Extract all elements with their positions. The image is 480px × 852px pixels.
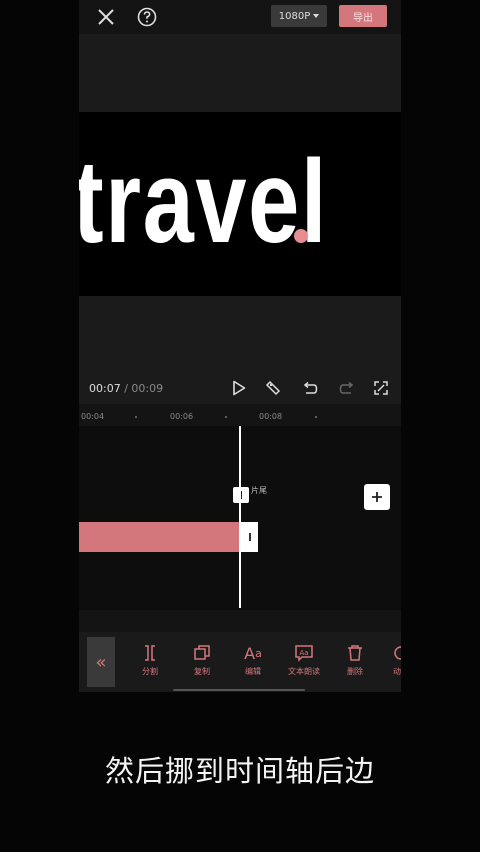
keyframe-button[interactable] [263,378,283,398]
clip-trim-handle[interactable] [241,522,258,552]
video-editor-app: 1080P 导出 travel 00:07 / 00:09 00:04 00:0… [79,0,401,692]
tick-dot [135,416,137,418]
tool-label: 文本朗读 [288,667,320,676]
animation-icon [394,646,401,660]
current-time: 00:07 [89,382,121,395]
add-clip-button[interactable] [364,484,390,510]
tool-label: 复制 [194,667,210,676]
video-frame: travel [79,112,401,296]
tick-dot [225,416,227,418]
delete-icon [348,645,362,661]
total-time: 00:09 [131,382,164,395]
export-button[interactable]: 导出 [339,5,387,27]
tool-label: 动画 [393,667,401,676]
time-ruler: 00:04 00:06 00:08 [79,404,401,426]
chevron-down-icon [313,14,320,18]
video-preview: travel 00:07 / 00:09 [79,34,401,404]
tool-copy[interactable]: 复制 [182,642,222,677]
tool-delete[interactable]: 删除 [335,642,375,677]
play-button[interactable] [229,378,249,398]
plus-icon [372,492,382,502]
play-icon [233,380,246,396]
tool-label: 编辑 [245,667,261,676]
tool-animation[interactable]: 动画 [381,642,401,677]
tool-label: 分割 [142,667,158,676]
playhead[interactable] [239,426,241,608]
keyframe-icon [265,380,281,396]
tool-text-to-speech[interactable]: Aa 文本朗读 [284,642,324,677]
video-clip[interactable] [79,522,239,552]
undo-button[interactable] [300,378,320,398]
close-icon [98,9,114,25]
toolbar-scroll-indicator [173,689,305,691]
fullscreen-icon [374,381,388,395]
time-display: 00:07 / 00:09 [89,382,163,395]
fullscreen-button[interactable] [371,378,391,398]
timeline-track-area[interactable]: 片尾 [79,426,401,610]
tick-dot [315,416,317,418]
copy-icon [194,645,210,660]
clip-marker[interactable] [233,487,249,503]
tool-split[interactable]: 分割 [130,642,170,677]
resolution-dropdown[interactable]: 1080P [271,5,327,27]
tool-edit-text[interactable]: Aa 编辑 [233,642,273,677]
marker-label: 片尾 [251,486,267,495]
svg-text:Aa: Aa [300,649,309,657]
top-bar: 1080P 导出 [79,0,401,34]
split-icon [145,645,155,661]
video-title-text: travel [79,136,328,268]
close-button[interactable] [93,5,119,29]
undo-icon [303,381,318,394]
time-separator: / [120,382,132,395]
tick-label: 00:08 [259,412,283,421]
text-to-speech-icon: Aa [295,645,313,662]
double-chevron-left-icon: « [95,651,107,673]
video-anchor-dot [294,229,308,243]
text-edit-icon: Aa [244,643,262,663]
help-icon [137,7,157,27]
tick-label: 00:06 [170,412,194,421]
help-button[interactable] [135,5,159,29]
tool-label: 删除 [347,667,363,676]
resolution-value: 1080P [278,10,311,22]
redo-icon [339,381,354,394]
subtitle-caption: 然后挪到时间轴后边 [104,754,375,788]
tick-label: 00:04 [81,412,105,421]
redo-button[interactable] [337,378,357,398]
bottom-toolbar: « 分割 复制 Aa 编辑 Aa 文本朗读 删除 动 [79,632,401,692]
collapse-toolbar-button[interactable]: « [87,637,115,687]
